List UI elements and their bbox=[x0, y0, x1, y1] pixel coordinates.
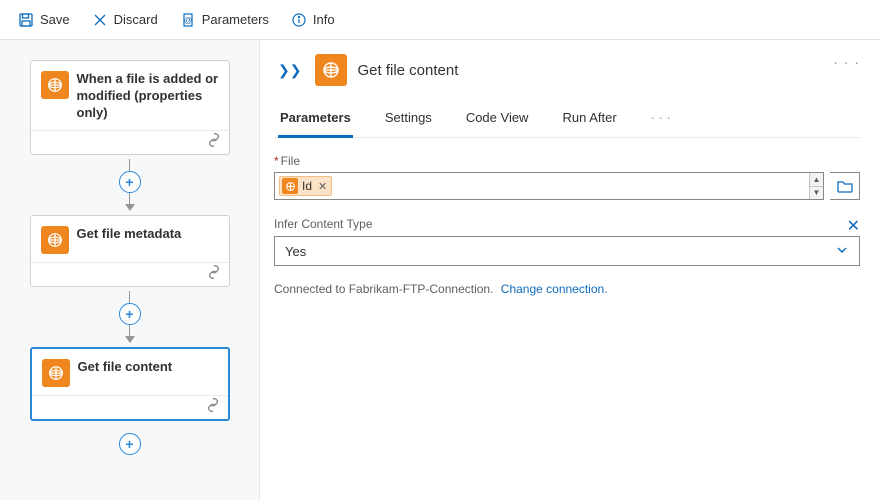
folder-icon bbox=[837, 179, 853, 193]
tab-parameters[interactable]: Parameters bbox=[278, 104, 353, 138]
ftp-icon bbox=[41, 226, 69, 254]
node-title: When a file is added or modified (proper… bbox=[77, 71, 219, 122]
chevron-down-icon bbox=[835, 243, 849, 260]
clear-field-button[interactable]: ✕ bbox=[847, 216, 860, 236]
tab-more-button[interactable]: · · · bbox=[649, 104, 673, 137]
input-stepper: ▲ ▼ bbox=[809, 173, 823, 199]
add-step-button[interactable]: + bbox=[119, 171, 141, 193]
connection-info: Connected to Fabrikam-FTP-Connection. Ch… bbox=[274, 282, 860, 296]
browse-folder-button[interactable] bbox=[830, 172, 860, 200]
parameters-icon: @ bbox=[180, 12, 196, 28]
change-connection-link[interactable]: Change connection. bbox=[501, 282, 608, 296]
field-label-text: File bbox=[281, 154, 300, 168]
info-label: Info bbox=[313, 12, 335, 27]
close-icon bbox=[92, 12, 108, 28]
connector: + bbox=[14, 159, 245, 211]
select-value: Yes bbox=[285, 244, 306, 259]
field-label-text: Infer Content Type bbox=[274, 217, 373, 231]
node-title: Get file metadata bbox=[77, 226, 182, 243]
file-input[interactable]: Id ✕ ▲ ▼ bbox=[274, 172, 824, 200]
field-infer-content-type: Infer Content Type ✕ Yes bbox=[274, 216, 860, 266]
connection-text: Connected to Fabrikam-FTP-Connection. bbox=[274, 282, 493, 296]
link-icon bbox=[206, 398, 220, 415]
save-icon bbox=[18, 12, 34, 28]
field-file: *File Id ✕ ▲ ▼ bbox=[274, 154, 860, 200]
save-button[interactable]: Save bbox=[10, 8, 78, 32]
node-title: Get file content bbox=[78, 359, 173, 376]
tab-runafter[interactable]: Run After bbox=[560, 104, 618, 137]
parameters-button[interactable]: @ Parameters bbox=[172, 8, 277, 32]
ftp-icon bbox=[41, 71, 69, 99]
link-icon bbox=[207, 265, 221, 282]
save-label: Save bbox=[40, 12, 70, 27]
token-label: Id bbox=[302, 179, 312, 193]
add-step-button[interactable]: + bbox=[119, 303, 141, 325]
token-id[interactable]: Id ✕ bbox=[279, 176, 332, 196]
token-remove-button[interactable]: ✕ bbox=[318, 180, 327, 193]
workflow-node-content[interactable]: Get file content bbox=[30, 347, 230, 421]
panel-tabs: Parameters Settings Code View Run After … bbox=[274, 104, 860, 138]
tab-settings[interactable]: Settings bbox=[383, 104, 434, 137]
discard-button[interactable]: Discard bbox=[84, 8, 166, 32]
workflow-node-metadata[interactable]: Get file metadata bbox=[30, 215, 230, 287]
ftp-icon bbox=[42, 359, 70, 387]
required-indicator: * bbox=[274, 154, 279, 168]
toolbar: Save Discard @ Parameters Info bbox=[0, 0, 880, 40]
svg-text:@: @ bbox=[184, 16, 192, 25]
workflow-canvas: When a file is added or modified (proper… bbox=[0, 40, 260, 500]
parameters-label: Parameters bbox=[202, 12, 269, 27]
infer-content-type-select[interactable]: Yes bbox=[274, 236, 860, 266]
add-step-button[interactable]: + bbox=[119, 433, 141, 455]
ftp-icon bbox=[282, 178, 298, 194]
stepper-down[interactable]: ▼ bbox=[810, 187, 823, 200]
discard-label: Discard bbox=[114, 12, 158, 27]
content-area: When a file is added or modified (proper… bbox=[0, 40, 880, 500]
panel-more-button[interactable]: · · · bbox=[833, 54, 860, 70]
ftp-icon bbox=[315, 54, 347, 86]
stepper-up[interactable]: ▲ bbox=[810, 173, 823, 187]
details-panel: · · · ❯❯ Get file content Parameters Set… bbox=[260, 40, 880, 500]
workflow-node-trigger[interactable]: When a file is added or modified (proper… bbox=[30, 60, 230, 155]
panel-title: Get file content bbox=[357, 62, 458, 79]
connector: + bbox=[14, 291, 245, 343]
tab-codeview[interactable]: Code View bbox=[464, 104, 531, 137]
collapse-button[interactable]: ❯❯ bbox=[274, 60, 305, 81]
link-icon bbox=[207, 133, 221, 150]
info-icon bbox=[291, 12, 307, 28]
info-button[interactable]: Info bbox=[283, 8, 343, 32]
